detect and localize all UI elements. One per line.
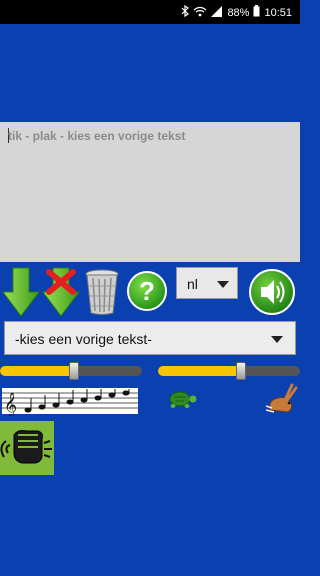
status-icons: 88% 10:51 <box>181 4 292 20</box>
status-bar: 88% 10:51 <box>0 0 300 24</box>
speed-slider-track <box>240 366 300 376</box>
battery-percent: 88% <box>227 6 250 19</box>
speaker-icon <box>249 269 295 315</box>
clock: 10:51 <box>264 6 292 19</box>
speed-slider-thumb[interactable] <box>236 362 246 380</box>
pitch-slider-fill <box>0 366 74 376</box>
clear-text-icon <box>42 267 80 317</box>
arrow-down-icon <box>2 267 40 317</box>
bluetooth-icon <box>181 4 190 20</box>
signal-icon <box>211 5 223 20</box>
language-select-value: nl <box>187 276 198 292</box>
pitch-slider-thumb[interactable] <box>69 362 79 380</box>
arrow-down-button[interactable] <box>2 266 40 323</box>
svg-text:𝄞: 𝄞 <box>4 392 17 416</box>
toolbar: ? <box>0 266 300 320</box>
pitch-slider[interactable] <box>0 362 142 380</box>
previous-text-select-value: -kies een vorige tekst- <box>15 331 152 347</box>
fist-button[interactable] <box>0 421 54 475</box>
previous-text-select[interactable]: -kies een vorige tekst- <box>4 321 296 355</box>
speed-slider-fill <box>158 366 240 376</box>
language-select[interactable]: nl <box>176 267 238 299</box>
battery-icon <box>253 5 260 20</box>
app-header-area <box>0 24 300 122</box>
chevron-down-icon <box>271 336 283 343</box>
trash-icon <box>85 269 119 315</box>
fist-icon <box>0 430 52 464</box>
clear-text-button[interactable] <box>42 266 80 323</box>
music-notes-icon: 𝄞 <box>2 386 138 421</box>
text-input[interactable]: tik - plak - kies een vorige tekst <box>0 122 300 262</box>
speed-slider[interactable] <box>158 362 300 380</box>
chevron-down-icon <box>217 281 229 288</box>
help-icon: ? <box>127 271 167 311</box>
wifi-icon <box>193 6 207 20</box>
hare-icon <box>264 382 298 421</box>
pitch-slider-track <box>74 366 142 376</box>
svg-text:?: ? <box>139 276 155 306</box>
text-input-placeholder: tik - plak - kies een vorige tekst <box>8 129 186 143</box>
help-button[interactable]: ? <box>126 270 168 317</box>
speak-button[interactable] <box>248 268 296 321</box>
trash-button[interactable] <box>84 268 120 321</box>
turtle-icon <box>166 388 198 415</box>
